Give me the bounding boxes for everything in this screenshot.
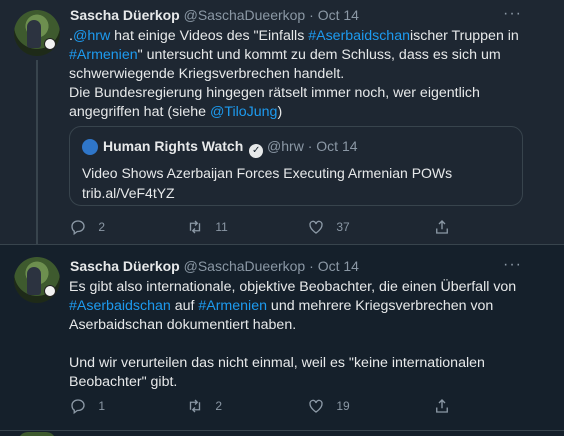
text-fragment: und mehrere Kriegsverbrechen von: [266, 298, 494, 314]
retweet-count: 11: [215, 220, 228, 234]
reply-icon: [71, 399, 85, 415]
next-tweet-avatar[interactable]: [18, 432, 56, 436]
share-icon: [436, 399, 448, 413]
text-line: Es gibt also internationale, objektive B…: [69, 279, 517, 295]
hashtag-link[interactable]: #Armenien: [69, 47, 138, 63]
more-options-icon[interactable]: ···: [503, 256, 522, 274]
tweet-header: Sascha Düerkop @SaschaDueerkop · Oct 14: [70, 7, 359, 23]
share-icon: [436, 220, 448, 234]
tweet-actions: 1 2 19: [69, 397, 449, 417]
hashtag-link[interactable]: #Armenien: [198, 298, 267, 314]
separator: ·: [307, 138, 313, 154]
hashtag-link[interactable]: #Aserbaidschan: [69, 298, 171, 314]
tweet-header: Sascha Düerkop @SaschaDueerkop · Oct 14: [70, 258, 359, 274]
retweet-icon: [189, 220, 201, 234]
quoted-tweet[interactable]: Human Rights Watch ✓ @hrw · Oct 14 Video…: [69, 126, 523, 206]
reply-icon: [71, 220, 85, 236]
reply-button[interactable]: 1: [69, 397, 105, 415]
reply-button[interactable]: 2: [69, 218, 105, 236]
tweet-actions: 2 11 37: [69, 218, 449, 238]
author-handle[interactable]: @SaschaDueerkop: [184, 258, 306, 274]
text-fragment: hat einige Videos des "Einfalls: [110, 28, 309, 44]
like-count: 37: [336, 220, 350, 234]
text-line: Und wir verurteilen das nicht einmal, we…: [69, 355, 485, 371]
text-line: Die Bundesregierung hingegen rätselt imm…: [69, 85, 480, 101]
quote-link: trib.al/VeF4tYZ: [82, 185, 175, 201]
text-line: Aserbaidschan dokumentiert haben.: [69, 317, 297, 333]
share-button[interactable]: [433, 397, 451, 415]
mention-link[interactable]: @hrw: [73, 28, 110, 44]
quote-line: Video Shows Azerbaijan Forces Executing …: [82, 165, 453, 181]
heart-icon: [309, 399, 323, 413]
tweet-text: .@hrw hat einige Videos des "Einfalls #A…: [69, 27, 539, 122]
avatar[interactable]: [14, 10, 60, 56]
text-line: Beobachter" gibt.: [69, 374, 178, 390]
quote-author-name: Human Rights Watch: [103, 138, 244, 154]
avatar[interactable]: [14, 257, 60, 303]
text-fragment: ): [277, 104, 283, 120]
text-line: schwerwiegende Kriegsverbrechen handelt.: [69, 66, 345, 82]
retweet-count: 2: [215, 399, 223, 413]
like-button[interactable]: 19: [307, 397, 350, 415]
tweet-date[interactable]: Oct 14: [318, 258, 359, 274]
author-name[interactable]: Sascha Düerkop: [70, 258, 180, 274]
separator: ·: [309, 7, 314, 23]
hrw-logo-icon: [82, 139, 98, 155]
thread-line: [36, 60, 38, 245]
tweet-date[interactable]: Oct 14: [318, 7, 359, 23]
retweet-icon: [189, 399, 201, 413]
share-button[interactable]: [433, 218, 451, 236]
heart-icon: [309, 220, 323, 234]
quote-header: Human Rights Watch ✓ @hrw · Oct 14: [103, 138, 358, 158]
reply-count: 2: [98, 220, 106, 234]
quote-date: Oct 14: [316, 138, 358, 154]
author-name[interactable]: Sascha Düerkop: [70, 7, 180, 23]
tweet-text: Es gibt also internationale, objektive B…: [69, 278, 539, 392]
author-handle[interactable]: @SaschaDueerkop: [184, 7, 306, 23]
hashtag-link[interactable]: #Aserbaidschan: [308, 28, 410, 44]
tweet-1[interactable]: Sascha Düerkop @SaschaDueerkop · Oct 14 …: [0, 0, 564, 245]
mention-link[interactable]: @TiloJung: [210, 104, 278, 120]
text-fragment: angegriffen hat (siehe: [69, 104, 210, 120]
retweet-button[interactable]: 11: [186, 218, 228, 236]
like-button[interactable]: 37: [307, 218, 350, 236]
like-count: 19: [336, 399, 350, 413]
verified-badge-icon: ✓: [249, 144, 264, 158]
quote-text: Video Shows Azerbaijan Forces Executing …: [82, 163, 512, 203]
quote-author-handle: @hrw: [267, 138, 304, 154]
more-options-icon[interactable]: ···: [503, 5, 522, 23]
retweet-button[interactable]: 2: [186, 397, 222, 415]
separator: ·: [309, 258, 314, 274]
tweet-2[interactable]: Sascha Düerkop @SaschaDueerkop · Oct 14 …: [0, 245, 564, 431]
text-fragment: " untersucht und kommt zu dem Schluss, d…: [137, 47, 501, 63]
text-fragment: ischer Truppen in: [409, 28, 519, 44]
reply-count: 1: [98, 399, 106, 413]
text-fragment: auf: [170, 298, 199, 314]
